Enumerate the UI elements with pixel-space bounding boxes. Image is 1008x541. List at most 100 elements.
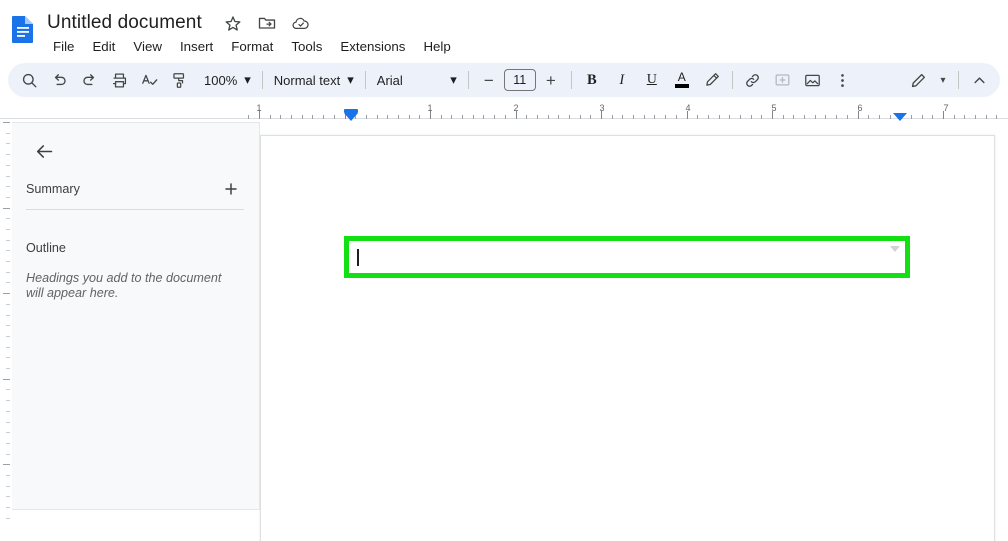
ruler-tick bbox=[558, 115, 560, 119]
italic-button[interactable]: I bbox=[607, 66, 637, 94]
cloud-saved-icon[interactable] bbox=[291, 13, 311, 33]
chevron-down-icon[interactable] bbox=[890, 246, 900, 252]
ruler-tick bbox=[6, 229, 10, 230]
chevron-up-icon[interactable] bbox=[964, 66, 994, 94]
left-indent-marker[interactable] bbox=[344, 113, 358, 121]
outline-empty-text: Headings you add to the document will ap… bbox=[26, 271, 222, 300]
back-arrow-icon[interactable] bbox=[26, 133, 62, 169]
redo-icon[interactable] bbox=[74, 66, 104, 94]
ruler-tick bbox=[6, 507, 10, 508]
ruler-tick bbox=[6, 325, 10, 326]
sidebar-divider bbox=[26, 209, 244, 210]
ruler-tick bbox=[6, 154, 10, 155]
ruler-tick bbox=[6, 389, 10, 390]
zoom-level-selector[interactable]: 100% ▾ bbox=[198, 66, 257, 94]
menu-file[interactable]: File bbox=[44, 36, 83, 57]
paragraph-style-value: Normal text bbox=[273, 72, 341, 88]
menu-view[interactable]: View bbox=[124, 36, 171, 57]
font-size-input[interactable]: 11 bbox=[503, 69, 536, 91]
menu-extensions[interactable]: Extensions bbox=[331, 36, 414, 57]
increase-font-size-button[interactable]: + bbox=[536, 66, 566, 94]
decrease-font-size-button[interactable]: − bbox=[474, 66, 504, 94]
horizontal-ruler[interactable]: 1 1 2 3 4 5 6 7 bbox=[0, 100, 1008, 122]
insert-link-icon[interactable] bbox=[738, 66, 768, 94]
ruler-number: 4 bbox=[685, 103, 691, 113]
google-docs-icon[interactable] bbox=[8, 14, 38, 44]
document-title[interactable]: Untitled document bbox=[44, 11, 205, 35]
chevron-down-icon: ▾ bbox=[940, 74, 946, 86]
bold-button[interactable]: B bbox=[577, 66, 607, 94]
toolbar-divider bbox=[731, 71, 733, 89]
ruler-tick bbox=[718, 115, 720, 119]
ruler-tick bbox=[440, 115, 442, 119]
ruler-tick bbox=[248, 115, 250, 119]
print-icon[interactable] bbox=[104, 66, 134, 94]
insert-image-icon[interactable] bbox=[798, 66, 828, 94]
ruler-tick bbox=[729, 115, 731, 119]
menu-format[interactable]: Format bbox=[222, 36, 282, 57]
menu-tools[interactable]: Tools bbox=[282, 36, 331, 57]
ruler-tick bbox=[6, 336, 10, 337]
ruler-tick bbox=[6, 518, 10, 519]
ruler-tick bbox=[590, 115, 592, 119]
ruler-number: 7 bbox=[943, 103, 949, 113]
menu-insert[interactable]: Insert bbox=[171, 36, 222, 57]
edit-mode-dropdown[interactable]: ▾ bbox=[933, 66, 953, 94]
add-summary-plus-icon[interactable] bbox=[218, 176, 244, 202]
edit-pencil-icon[interactable] bbox=[903, 66, 933, 94]
document-page[interactable] bbox=[260, 135, 995, 541]
ruler-tick bbox=[750, 115, 752, 119]
ruler-tick bbox=[547, 115, 549, 119]
paint-format-icon[interactable] bbox=[164, 66, 194, 94]
add-comment-icon[interactable] bbox=[768, 66, 798, 94]
outline-sidebar: Summary Outline Headings you add to the … bbox=[12, 122, 260, 510]
ruler-tick bbox=[6, 197, 10, 198]
ruler-tick bbox=[622, 115, 624, 119]
ruler-tick bbox=[494, 115, 496, 119]
ruler-tick bbox=[6, 315, 10, 316]
right-indent-marker[interactable] bbox=[893, 113, 907, 121]
ruler-tick bbox=[3, 464, 10, 465]
ruler-tick bbox=[323, 115, 325, 119]
ruler-tick bbox=[6, 240, 10, 241]
ruler-tick bbox=[910, 115, 912, 119]
first-line-indent-marker[interactable] bbox=[344, 109, 358, 113]
text-color-button[interactable]: A bbox=[667, 66, 697, 94]
ruler-tick bbox=[6, 282, 10, 283]
spellcheck-icon[interactable] bbox=[134, 66, 164, 94]
highlighted-text-field[interactable] bbox=[344, 236, 910, 278]
underline-button[interactable]: U bbox=[637, 66, 667, 94]
font-family-selector[interactable]: Arial ▾ bbox=[371, 66, 463, 94]
ruler-number: 1 bbox=[256, 103, 262, 113]
highlight-pen-icon[interactable] bbox=[697, 66, 727, 94]
toolbar-divider bbox=[467, 71, 469, 89]
menu-help[interactable]: Help bbox=[414, 36, 459, 57]
ruler-tick bbox=[654, 115, 656, 119]
zoom-level-value: 100% bbox=[204, 72, 238, 88]
ruler-tick bbox=[6, 261, 10, 262]
ruler-tick bbox=[3, 122, 10, 123]
ruler-tick bbox=[6, 496, 10, 497]
ruler-tick bbox=[280, 115, 282, 119]
undo-icon[interactable] bbox=[44, 66, 74, 94]
google-docs-window: Untitled document File Edit View Insert … bbox=[0, 0, 1008, 541]
ruler-tick bbox=[633, 115, 635, 119]
menu-edit[interactable]: Edit bbox=[83, 36, 124, 57]
more-options-icon[interactable] bbox=[828, 66, 858, 94]
ruler-tick bbox=[579, 115, 581, 119]
paragraph-style-selector[interactable]: Normal text ▾ bbox=[268, 66, 360, 94]
minus-icon: − bbox=[483, 70, 494, 90]
search-icon[interactable] bbox=[14, 66, 44, 94]
ruler-tick bbox=[6, 454, 10, 455]
vertical-ruler[interactable] bbox=[0, 122, 12, 522]
ruler-tick bbox=[462, 115, 464, 119]
ruler-tick bbox=[804, 115, 806, 119]
ruler-tick bbox=[6, 486, 10, 487]
ruler-tick bbox=[526, 115, 528, 119]
move-to-folder-icon[interactable] bbox=[257, 13, 277, 33]
ruler-tick bbox=[3, 208, 10, 209]
ruler-tick bbox=[333, 115, 335, 119]
star-icon[interactable] bbox=[223, 13, 243, 33]
ruler-tick bbox=[397, 115, 399, 119]
ruler-tick bbox=[707, 115, 709, 119]
